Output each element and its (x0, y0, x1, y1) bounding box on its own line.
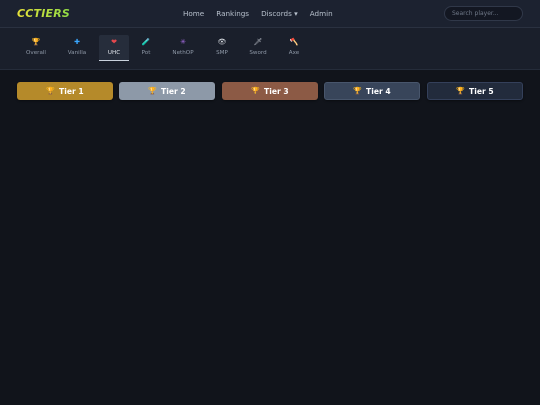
trophy-icon: 🏆 (251, 87, 261, 95)
top-navbar: CCTIERS Home Rankings Discords ▾ Admin (0, 0, 540, 28)
tab-pot[interactable]: 🧪 Pot (131, 35, 161, 61)
search-player-input[interactable] (444, 6, 523, 21)
tab-smp[interactable]: 👁 SMP (207, 35, 237, 61)
potion-icon: 🧪 (141, 38, 151, 46)
trophy-icon: 🏆 (46, 87, 56, 95)
trophy-icon: 🏆 (456, 87, 466, 95)
mode-tabs: 🏆 Overall ✚ Vanilla ❤ UHC 🧪 Pot ✳ NethOP… (0, 28, 540, 70)
tab-label: Sword (249, 50, 267, 56)
main-nav: Home Rankings Discords ▾ Admin (183, 9, 333, 18)
heart-icon: ❤ (111, 38, 117, 46)
tab-overall[interactable]: 🏆 Overall (21, 35, 51, 61)
cross-icon: ✚ (74, 38, 80, 46)
tab-label: Vanilla (67, 50, 87, 56)
nav-admin[interactable]: Admin (310, 9, 333, 18)
nav-home[interactable]: Home (183, 9, 204, 18)
tier-label: Tier 3 (264, 86, 289, 96)
nav-rankings[interactable]: Rankings (216, 9, 249, 18)
nav-discords-dropdown[interactable]: Discords ▾ (261, 9, 298, 18)
sword-icon: 🗡 (253, 38, 263, 46)
tier-2-button[interactable]: 🏆 Tier 2 (119, 82, 215, 100)
tab-vanilla[interactable]: ✚ Vanilla (62, 35, 92, 61)
tab-label: Overall (26, 50, 46, 56)
tab-label: NethOP (172, 50, 194, 56)
tab-label: UHC (107, 50, 121, 56)
eye-icon: 👁 (217, 38, 227, 46)
tab-label: SMP (216, 50, 228, 56)
tab-uhc[interactable]: ❤ UHC (99, 35, 129, 61)
nether-icon: ✳ (180, 38, 186, 46)
trophy-icon: 🏆 (148, 87, 158, 95)
tier-4-button[interactable]: 🏆 Tier 4 (324, 82, 420, 100)
tier-label: Tier 1 (59, 86, 84, 96)
axe-icon: 🪓 (289, 38, 299, 46)
tier-3-button[interactable]: 🏆 Tier 3 (222, 82, 318, 100)
tier-label: Tier 2 (161, 86, 186, 96)
trophy-icon: 🏆 (31, 38, 41, 46)
tab-sword[interactable]: 🗡 Sword (243, 35, 273, 61)
tab-axe[interactable]: 🪓 Axe (279, 35, 309, 61)
tab-label: Axe (288, 50, 300, 56)
tier-1-button[interactable]: 🏆 Tier 1 (17, 82, 113, 100)
tier-label: Tier 4 (366, 86, 391, 96)
tier-5-button[interactable]: 🏆 Tier 5 (427, 82, 523, 100)
trophy-icon: 🏆 (353, 87, 363, 95)
tier-label: Tier 5 (469, 86, 494, 96)
site-logo[interactable]: CCTIERS (17, 7, 70, 20)
tab-nethop[interactable]: ✳ NethOP (168, 35, 198, 61)
tab-label: Pot (141, 50, 151, 56)
